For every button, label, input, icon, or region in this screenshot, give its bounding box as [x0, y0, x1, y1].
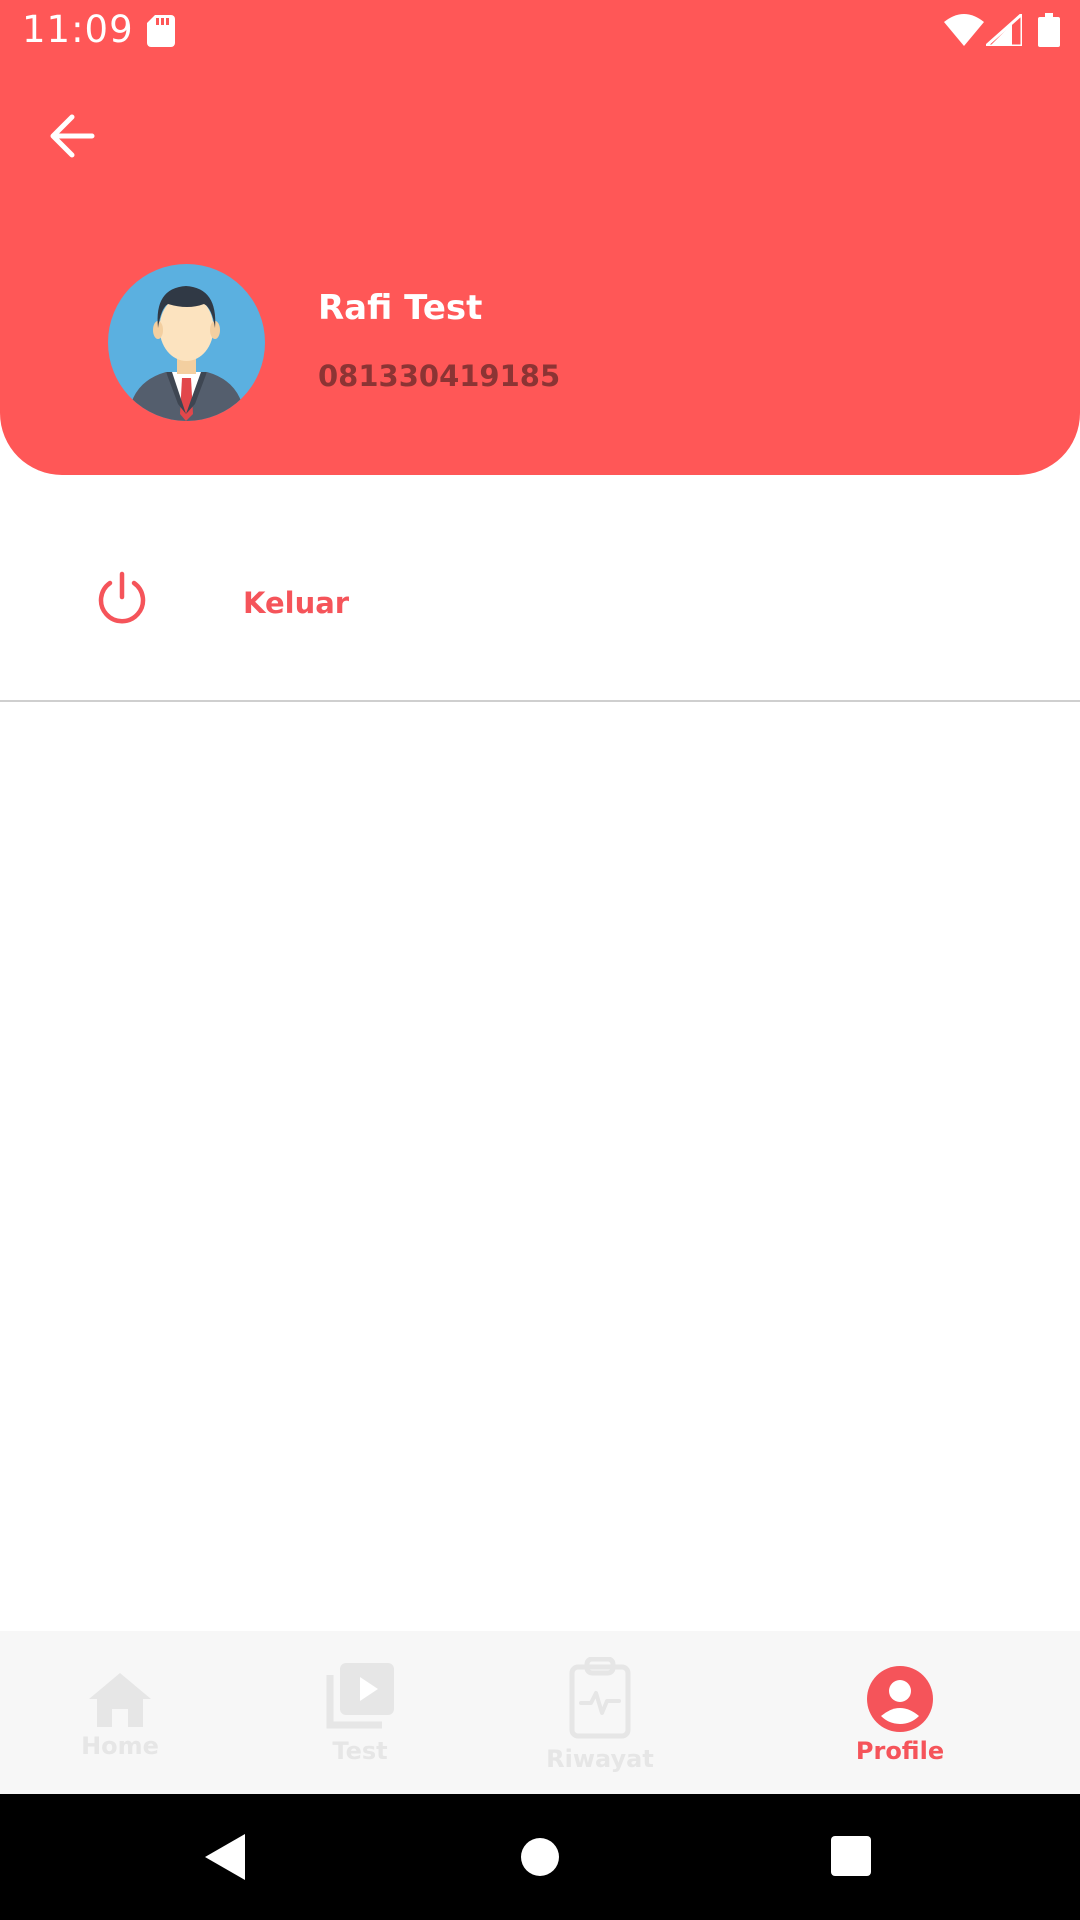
wifi-icon	[944, 14, 984, 46]
signal-icon	[986, 14, 1022, 46]
user-phone: 081330419185	[318, 359, 561, 393]
power-icon	[98, 571, 146, 624]
profile-header: 11:09 Rafi Test 081330419185	[0, 0, 1080, 475]
divider	[0, 700, 1080, 702]
home-circle-icon[interactable]	[520, 1837, 560, 1877]
nav-item-riwayat[interactable]: Riwayat	[480, 1631, 720, 1794]
bottom-navigation: Home Test Riwayat Profile	[0, 1631, 1080, 1794]
sd-card-icon	[147, 15, 175, 47]
back-arrow-icon[interactable]	[40, 105, 108, 167]
nav-item-home[interactable]: Home	[0, 1631, 240, 1794]
avatar	[108, 264, 265, 421]
back-triangle-icon[interactable]	[205, 1834, 245, 1880]
video-library-icon	[326, 1663, 394, 1729]
nav-label-profile: Profile	[855, 1737, 945, 1765]
battery-icon	[1038, 13, 1060, 47]
logout-menu-item[interactable]: Keluar	[0, 540, 1080, 660]
nav-label-test: Test	[332, 1737, 388, 1765]
clipboard-pulse-icon	[569, 1657, 631, 1739]
status-time: 11:09	[22, 8, 134, 51]
home-icon	[89, 1673, 151, 1727]
nav-label-home: Home	[81, 1732, 159, 1760]
status-bar: 11:09	[0, 0, 1080, 62]
user-name: Rafi Test	[318, 288, 483, 328]
account-circle-icon	[867, 1666, 933, 1732]
logout-label: Keluar	[243, 586, 350, 620]
nav-item-test[interactable]: Test	[240, 1631, 480, 1794]
recents-square-icon[interactable]	[831, 1836, 871, 1876]
system-navigation-bar	[0, 1794, 1080, 1920]
nav-item-profile[interactable]: Profile	[780, 1631, 1020, 1794]
nav-label-riwayat: Riwayat	[546, 1745, 654, 1773]
